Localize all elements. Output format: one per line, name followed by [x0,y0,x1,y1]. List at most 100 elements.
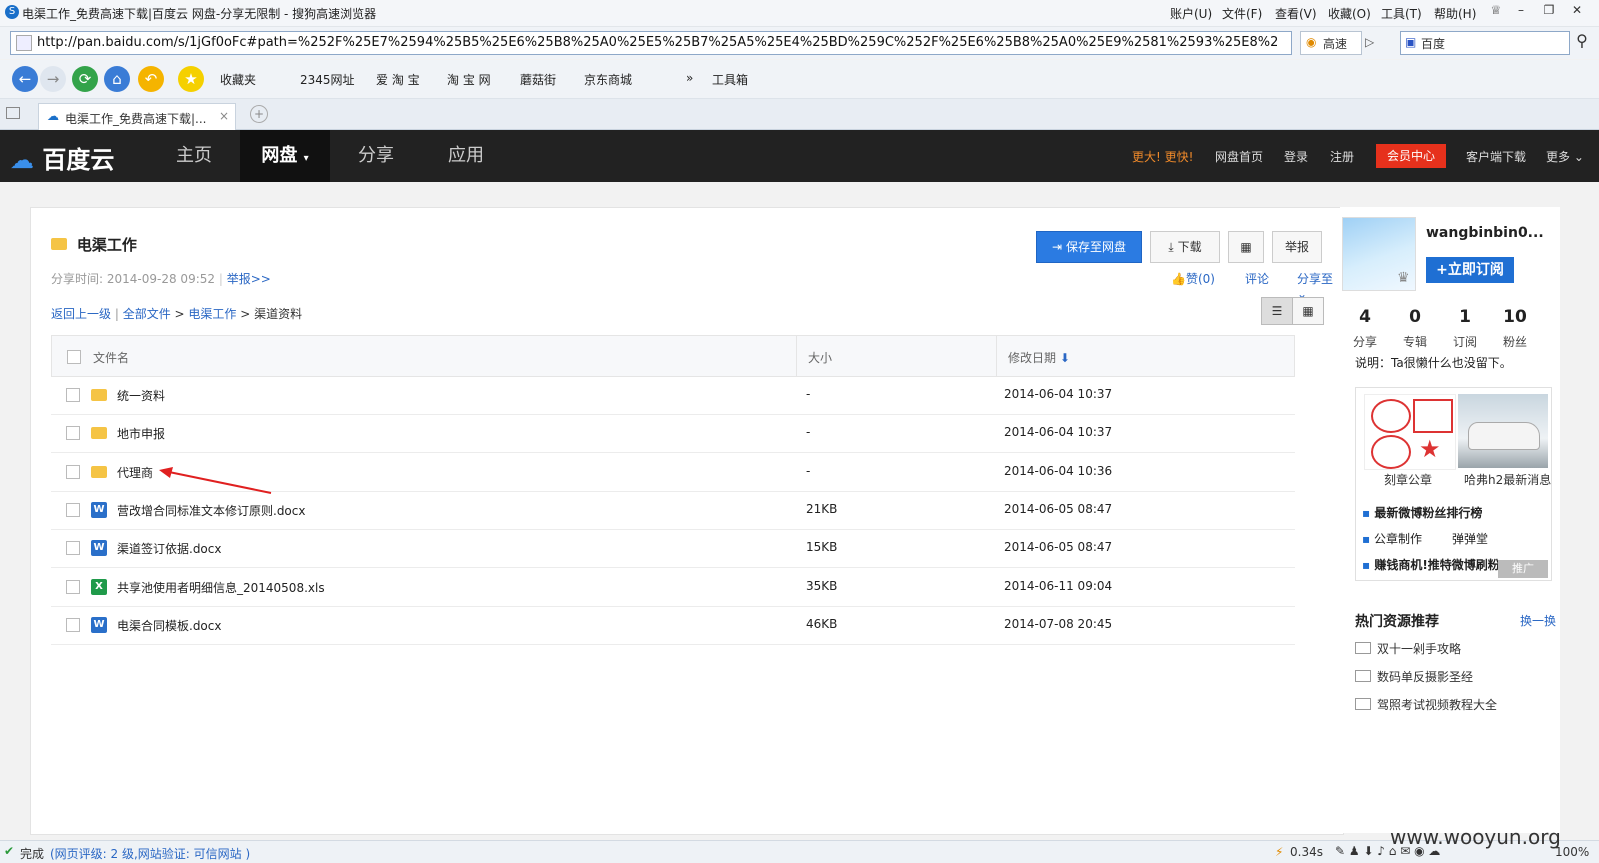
baidu-cloud-logo[interactable]: ☁ 百度云 [10,140,114,175]
refresh-hot-link[interactable]: 换一换 [1520,612,1556,629]
car-ad-image[interactable] [1458,394,1548,468]
hot-item[interactable]: 双十一剁手攻略 [1355,640,1461,657]
menu-favorites[interactable]: 收藏(O) [1328,5,1371,22]
hot-item[interactable]: 数码单反摄影圣经 [1355,668,1473,685]
fav-folder[interactable]: 收藏夹 [220,71,256,88]
save-to-netdisk-button[interactable]: ⇥ 保存至网盘 [1036,231,1142,263]
stat-share-count[interactable]: 4 [1343,307,1387,327]
col-name[interactable]: 文件名 [93,349,129,366]
link-client-download[interactable]: 客户端下载 [1466,148,1526,165]
file-name[interactable]: 电渠合同模板.docx [117,617,221,634]
table-row[interactable]: W 渠道签订依据.docx 15KB 2014-06-05 08:47 [51,529,1295,569]
select-all-checkbox[interactable] [67,350,81,364]
row-checkbox[interactable] [66,388,80,402]
refresh-icon[interactable]: ⟳ [72,66,98,92]
stat-subscribe-count[interactable]: 1 [1443,307,1487,327]
user-name[interactable]: wangbinbin0... [1426,225,1544,241]
more-menu[interactable]: 更多 ⌄ [1546,148,1584,165]
speed-mode-button[interactable]: ◉ 高速 [1300,31,1362,55]
stat-fans-count[interactable]: 10 [1493,307,1537,327]
sidebar-toggle-icon[interactable] [6,107,20,119]
comment-link[interactable]: 评论 [1245,270,1269,287]
table-row[interactable]: X 共享池使用者明细信息_20140508.xls 35KB 2014-06-11 0… [51,568,1295,607]
row-checkbox[interactable] [66,541,80,556]
row-checkbox[interactable] [66,502,80,517]
download-button[interactable]: ⤓ 下载 [1150,231,1220,263]
toolbox-menu[interactable]: 工具箱 [712,71,748,88]
stamp-ad-image[interactable]: ★ [1364,394,1456,470]
nav-netdisk[interactable]: 网盘 ▾ [240,130,330,182]
minimize-icon[interactable]: – [1510,3,1532,19]
file-name[interactable]: 代理商 [117,464,153,481]
tab-close-icon[interactable]: × [219,109,229,123]
fav-jd[interactable]: 京东商城 [584,71,632,88]
table-row[interactable]: 地市申报 - 2014-06-04 10:37 [51,414,1295,454]
ad-link[interactable]: ▪ 最新微博粉丝排行榜 [1362,504,1482,521]
row-checkbox[interactable] [66,579,80,594]
fav-2345[interactable]: 2345网址 [300,71,355,88]
table-row[interactable]: W 电渠合同模板.docx 46KB 2014-07-08 20:45 [51,606,1295,645]
ad-caption-stamp[interactable]: 刻章公章 [1384,471,1432,488]
grid-view-icon[interactable]: ▦ [1292,297,1324,325]
menu-view[interactable]: 查看(V) [1275,5,1317,22]
breadcrumb-back[interactable]: 返回上一级 [51,307,111,321]
fav-aitaobao[interactable]: 爱 淘 宝 [376,71,420,88]
promo-text[interactable]: 更大! 更快! [1132,148,1193,165]
fav-mogujie[interactable]: 蘑菇街 [520,71,556,88]
ad-link[interactable]: ▪ 公章制作 [1362,530,1422,547]
row-checkbox[interactable] [66,464,80,479]
search-input[interactable]: ▣ 百度 [1400,31,1570,55]
report-link[interactable]: 举报>> [227,272,271,286]
breadcrumb-parent[interactable]: 电渠工作 [188,307,236,321]
col-date[interactable]: 修改日期 ⬇ [1008,349,1070,366]
file-name[interactable]: 渠道签订依据.docx [117,540,221,557]
link-netdisk-home[interactable]: 网盘首页 [1215,148,1263,165]
hot-item[interactable]: 驾照考试视频教程大全 [1355,696,1497,713]
nav-share[interactable]: 分享 [332,130,420,182]
menu-account[interactable]: 账户(U) [1170,5,1212,22]
menu-tools[interactable]: 工具(T) [1381,5,1422,22]
file-name[interactable]: 地市申报 [117,425,165,442]
skin-icon[interactable]: ♕ [1485,3,1507,19]
url-input[interactable]: http://pan.baidu.com/s/1jGf0oFc#path=%25… [10,31,1292,55]
restore-icon[interactable]: ❐ [1538,3,1560,19]
forward-icon[interactable]: → [40,66,66,92]
active-tab[interactable]: ☁ 电渠工作_免费高速下载|... × [38,103,236,130]
menu-help[interactable]: 帮助(H) [1434,5,1476,22]
home-icon[interactable]: ⌂ [104,66,130,92]
report-button[interactable]: 举报 [1272,231,1322,263]
avatar[interactable]: ♛ [1342,217,1416,291]
ad-link[interactable]: 弹弹堂 [1452,530,1488,547]
breadcrumb-all-files[interactable]: 全部文件 [123,307,171,321]
row-checkbox[interactable] [66,617,80,632]
link-login[interactable]: 登录 [1284,148,1308,165]
file-name[interactable]: 统一资料 [117,387,165,404]
link-register[interactable]: 注册 [1330,148,1354,165]
subscribe-button[interactable]: +立即订阅 [1426,257,1514,283]
nav-apps[interactable]: 应用 [422,130,510,182]
file-name[interactable]: 营改增合同标准文本修订原则.docx [117,502,305,519]
go-icon[interactable]: ▷ [1365,35,1374,49]
search-icon[interactable]: ⚲ [1570,31,1594,55]
back-icon[interactable]: ← [12,66,38,92]
new-tab-icon[interactable]: + [250,105,268,123]
undo-icon[interactable]: ↶ [138,66,164,92]
row-checkbox[interactable] [66,426,80,441]
close-icon[interactable]: ✕ [1566,3,1588,19]
vip-center-button[interactable]: 会员中心 [1376,144,1446,168]
ad-link[interactable]: ▪ 赚钱商机!推特微博刷粉... [1362,556,1513,573]
like-button[interactable]: 👍赞(0) [1171,270,1215,287]
col-size[interactable]: 大小 [808,349,832,366]
stat-album-count[interactable]: 0 [1393,307,1437,327]
star-icon[interactable]: ★ [178,66,204,92]
site-rating-link[interactable]: (网页评级: 2 级,网站验证: 可信网站 ) [50,845,250,862]
more-favorites-icon[interactable]: » [686,71,693,85]
file-name[interactable]: 共享池使用者明细信息_20140508.xls [117,579,325,596]
menu-file[interactable]: 文件(F) [1222,5,1262,22]
table-row[interactable]: 统一资料 - 2014-06-04 10:37 [51,376,1295,415]
fav-taobao[interactable]: 淘 宝 网 [447,71,491,88]
list-view-icon[interactable]: ☰ [1261,297,1293,325]
nav-home[interactable]: 主页 [150,130,238,182]
qrcode-button[interactable]: ▦ [1228,231,1264,263]
ad-caption-car[interactable]: 哈弗h2最新消息 [1464,471,1551,488]
